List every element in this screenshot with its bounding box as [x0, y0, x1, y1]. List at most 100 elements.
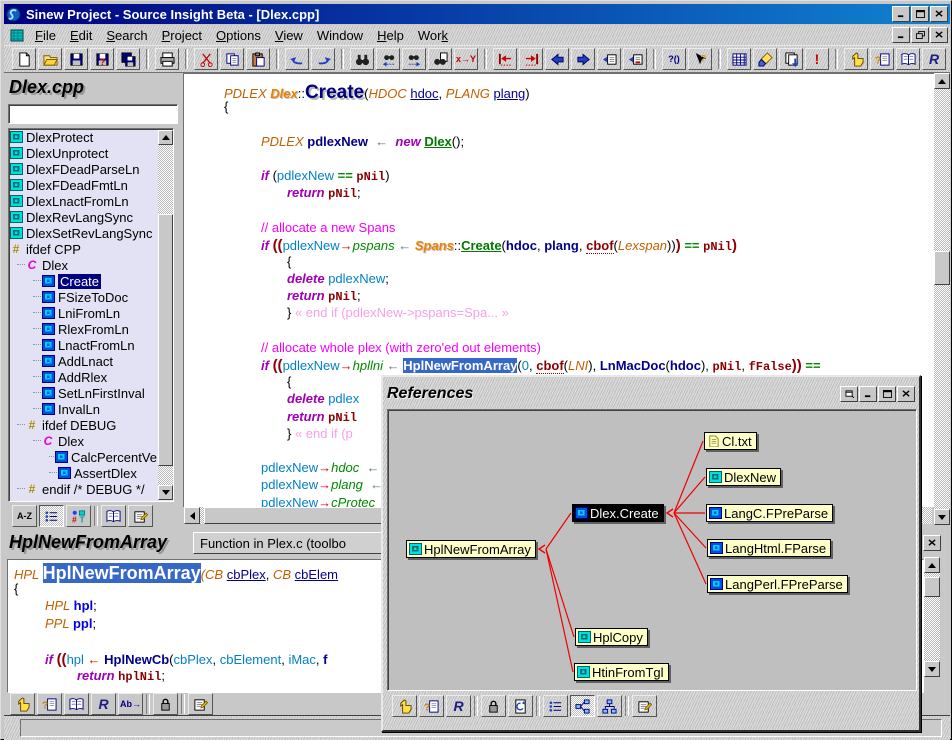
graph-node[interactable]: Cl.txt — [704, 432, 757, 450]
graph-node[interactable]: Dlex.Create — [572, 504, 664, 522]
graph-node[interactable]: DlexNew — [706, 468, 781, 486]
graph-node[interactable]: HplCopy — [575, 628, 648, 646]
menu-view[interactable]: View — [268, 27, 310, 44]
copy-button[interactable] — [220, 48, 244, 70]
lock-button[interactable] — [481, 695, 506, 717]
symbol-list-item[interactable]: AddRlex — [9, 369, 157, 385]
find-previous-button[interactable] — [376, 48, 400, 70]
context-scroll-down[interactable] — [924, 661, 940, 677]
context-vscrollbar[interactable] — [924, 557, 940, 677]
grid-view-button[interactable] — [727, 48, 751, 70]
redo-button[interactable] — [311, 48, 335, 70]
shift-left-button[interactable] — [493, 48, 517, 70]
symbol-list-item[interactable]: CDlex — [9, 433, 157, 449]
find-button[interactable] — [350, 48, 374, 70]
menu-search[interactable]: Search — [99, 27, 154, 44]
references-minimize-button[interactable] — [859, 386, 877, 402]
call-graph[interactable]: HplNewFromArray Dlex.Create Cl.txt DlexNew L… — [387, 409, 917, 691]
mdi-minimize-button[interactable] — [892, 27, 910, 43]
symbol-list-item[interactable]: AddLnact — [9, 353, 157, 369]
sort-alpha-button[interactable]: A-Z — [12, 505, 37, 527]
open-file-button[interactable] — [38, 48, 62, 70]
contents-book-button[interactable] — [896, 48, 920, 70]
symbol-list-item[interactable]: CalcPercentVe — [9, 449, 157, 465]
find-next-button[interactable] — [402, 48, 426, 70]
properties-button[interactable] — [632, 695, 657, 717]
save-all-button[interactable] — [116, 48, 140, 70]
new-file-button[interactable] — [12, 48, 36, 70]
editor-vthumb[interactable] — [934, 251, 950, 285]
graph-horizontal-button[interactable] — [570, 695, 595, 717]
references-pin-window-button[interactable] — [840, 386, 858, 402]
editor-scroll-down[interactable] — [934, 509, 950, 525]
symbol-list-item[interactable]: LnactFromLn — [9, 337, 157, 353]
symbol-list-item[interactable]: #endif /* DEBUG */ — [9, 481, 157, 497]
context-scroll-up[interactable] — [924, 557, 940, 573]
lock-button[interactable] — [153, 693, 178, 715]
maximize-button[interactable] — [911, 6, 929, 22]
browse-hand-button[interactable] — [392, 695, 417, 717]
symbol-list-item[interactable]: DlexProtect — [9, 129, 157, 145]
symbol-filter-input[interactable] — [8, 104, 178, 124]
replace-button[interactable]: x→Y — [454, 48, 478, 70]
link-previous-button[interactable] — [597, 48, 621, 70]
navigate-forward-button[interactable] — [571, 48, 595, 70]
symbol-help-button[interactable]: ? — [37, 693, 62, 715]
symbol-list-item[interactable]: CDlex — [9, 257, 157, 273]
menu-edit[interactable]: Edit — [63, 27, 99, 44]
minimize-button[interactable] — [892, 6, 910, 22]
undo-button[interactable] — [285, 48, 309, 70]
graph-node[interactable]: LangPerl.FPreParse — [707, 575, 848, 593]
graph-node[interactable]: HplNewFromArray — [406, 540, 536, 558]
symbol-list-item[interactable]: FSizeToDoc — [9, 289, 157, 305]
cut-button[interactable] — [194, 48, 218, 70]
references-maximize-button[interactable] — [878, 386, 896, 402]
symbol-list-item[interactable]: DlexSetRevLangSync — [9, 225, 157, 241]
format-paint-button[interactable] — [753, 48, 777, 70]
macro-script-button[interactable]: R — [446, 695, 471, 717]
paste-button[interactable] — [246, 48, 270, 70]
symbol-list-item[interactable]: DlexUnprotect — [9, 145, 157, 161]
symbol-help-button[interactable]: ? — [419, 695, 444, 717]
properties-button[interactable] — [188, 693, 213, 715]
menu-options[interactable]: Options — [209, 27, 268, 44]
save-file-query-button[interactable]: ? — [90, 48, 114, 70]
shift-right-button[interactable] — [519, 48, 543, 70]
editor-scroll-up[interactable] — [934, 73, 950, 89]
mdi-close-button[interactable] — [930, 27, 948, 43]
graph-vertical-button[interactable] — [597, 695, 622, 717]
contents-book-button[interactable] — [64, 693, 89, 715]
macro-script-button[interactable]: R — [922, 48, 946, 70]
references-close-button[interactable] — [897, 386, 915, 402]
document-icon[interactable] — [10, 29, 24, 42]
symbol-help-button[interactable]: ? — [870, 48, 894, 70]
symbol-list-item[interactable]: RlexFromLn — [9, 321, 157, 337]
menu-work[interactable]: Work — [411, 27, 455, 44]
save-file-button[interactable] — [64, 48, 88, 70]
context-close-button[interactable] — [923, 535, 941, 551]
symbol-list-item[interactable]: InvalLn — [9, 401, 157, 417]
menu-project[interactable]: Project — [155, 27, 209, 44]
title-bar[interactable]: Sinew Project - Source Insight Beta - [D… — [4, 4, 950, 24]
references-window[interactable]: References HplNewFromArray Dlex.Create Cl.… — [381, 375, 921, 732]
macro-script-button[interactable]: R — [91, 693, 116, 715]
important-button[interactable]: ! — [805, 48, 829, 70]
scroll-down-button[interactable] — [158, 485, 173, 500]
symbol-list-item[interactable]: DlexLnactFromLn — [9, 193, 157, 209]
symbol-list-item[interactable]: #ifdef CPP — [9, 241, 157, 257]
mdi-restore-button[interactable] — [911, 27, 929, 43]
scroll-thumb[interactable] — [158, 214, 173, 466]
symbol-list-item[interactable]: DlexFDeadParseLn — [9, 161, 157, 177]
symbol-list-item[interactable]: LniFromLn — [9, 305, 157, 321]
references-title-bar[interactable]: References — [387, 381, 915, 407]
graph-node[interactable]: LangC.FPreParse — [706, 504, 833, 522]
editor-scroll-left[interactable] — [184, 507, 200, 524]
view-list-button[interactable] — [39, 505, 64, 527]
close-button[interactable] — [930, 6, 948, 22]
view-list-button[interactable] — [543, 695, 568, 717]
refresh-button[interactable] — [508, 695, 533, 717]
graph-node[interactable]: HtinFromTgl — [574, 663, 669, 681]
print-button[interactable] — [155, 48, 179, 70]
link-next-button[interactable] — [623, 48, 647, 70]
menu-help[interactable]: Help — [370, 27, 411, 44]
